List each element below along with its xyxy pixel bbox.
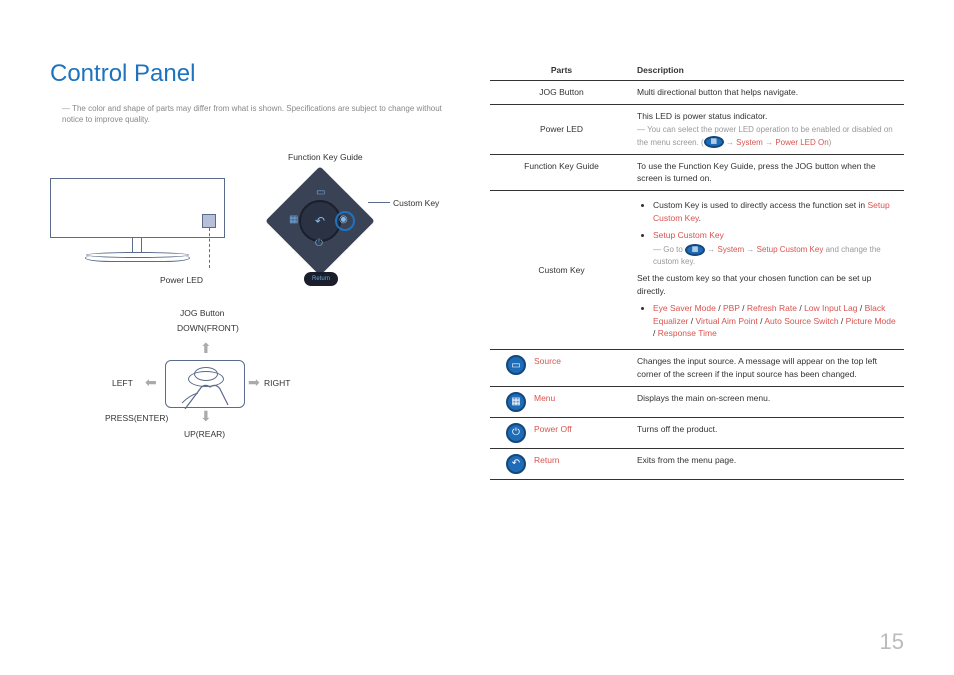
cell-fkg-name: Function Key Guide <box>490 154 633 191</box>
parts-table: Parts Description JOG Button Multi direc… <box>490 60 904 480</box>
return-pill: Return <box>304 272 338 286</box>
dash-icon: ― <box>62 104 72 113</box>
arrow-right-icon: ➡ <box>248 374 260 391</box>
label-jog: JOG Button <box>180 308 224 318</box>
return-icon: ↶ <box>506 454 526 474</box>
arrow-down-icon: ⬇ <box>200 408 212 425</box>
label-press-enter: PRESS(ENTER) <box>105 413 168 423</box>
arrow-left-icon: ⬅ <box>145 374 157 391</box>
jog-box <box>165 360 245 408</box>
source-icon: ▭ <box>506 355 526 375</box>
cell-source-name: ▭Source <box>490 350 633 387</box>
monitor-outline <box>50 178 225 238</box>
cell-menu-desc: Displays the main on-screen menu. <box>633 386 904 417</box>
cell-custom-desc: Custom Key is used to directly access th… <box>633 191 904 350</box>
monitor-stand-base <box>85 254 190 262</box>
table-header-row: Parts Description <box>490 60 904 81</box>
cell-jog-desc: Multi directional button that helps navi… <box>633 81 904 105</box>
row-return: ↶Return Exits from the menu page. <box>490 448 904 479</box>
function-key-guide-graphic: ↶ ▭ ▦ ⏻ ◉ Return <box>275 180 365 270</box>
page-number: 15 <box>880 629 904 655</box>
cell-menu-name: ▦Menu <box>490 386 633 417</box>
custom-mid: Set the custom key so that your chosen f… <box>637 272 900 298</box>
cell-return-desc: Exits from the menu page. <box>633 448 904 479</box>
row-custom: Custom Key Custom Key is used to directl… <box>490 191 904 350</box>
cell-power-off-desc: Turns off the product. <box>633 417 904 448</box>
power-led-box <box>202 214 216 228</box>
custom-b2: Setup Custom Key ― Go to ▦ → System → Se… <box>653 229 900 269</box>
th-parts: Parts <box>490 60 633 81</box>
power-led-leader <box>209 228 210 268</box>
power-glyph-icon: ⏻ <box>315 238 323 249</box>
custom-key-leader <box>368 202 390 203</box>
disclaimer-body: The color and shape of parts may differ … <box>62 104 442 124</box>
row-source: ▭Source Changes the input source. A mess… <box>490 350 904 387</box>
cell-return-name: ↶Return <box>490 448 633 479</box>
menu-icon: ▦ <box>704 136 724 148</box>
custom-opts: Eye Saver Mode / PBP / Refresh Rate / Lo… <box>653 302 900 340</box>
row-fkg: Function Key Guide To use the Function K… <box>490 154 904 191</box>
label-up-rear: UP(REAR) <box>184 429 225 439</box>
power-icon: ⏻ <box>506 423 526 443</box>
row-jog: JOG Button Multi directional button that… <box>490 81 904 105</box>
diagram: Function Key Guide Power LED ↶ ▭ ▦ ⏻ ◉ R… <box>50 140 430 500</box>
cell-pled-desc: This LED is power status indicator. ― Yo… <box>633 104 904 154</box>
cell-source-desc: Changes the input source. A message will… <box>633 350 904 387</box>
label-right: RIGHT <box>264 378 290 388</box>
label-custom-key: Custom Key <box>393 198 439 208</box>
custom-b1: Custom Key is used to directly access th… <box>653 199 900 225</box>
menu-glyph-icon: ▦ <box>289 214 298 225</box>
th-desc: Description <box>633 60 904 81</box>
menu-row-icon: ▦ <box>506 392 526 412</box>
menu-icon: ▦ <box>685 244 705 256</box>
custom-note: ― Go to ▦ → System → Setup Custom Key an… <box>653 244 900 268</box>
disclaimer-text: ― The color and shape of parts may diffe… <box>50 103 450 125</box>
hand-icon <box>180 381 230 409</box>
cell-pled-name: Power LED <box>490 104 633 154</box>
custom-glyph-icon: ◉ <box>339 214 348 225</box>
label-power-led: Power LED <box>160 275 203 285</box>
row-menu: ▦Menu Displays the main on-screen menu. <box>490 386 904 417</box>
pled-line1: This LED is power status indicator. <box>637 111 767 121</box>
label-left: LEFT <box>112 378 133 388</box>
page-title: Control Panel <box>50 60 450 88</box>
cell-jog-name: JOG Button <box>490 81 633 105</box>
label-fkg: Function Key Guide <box>288 152 363 162</box>
source-glyph-icon: ▭ <box>316 187 325 198</box>
cell-custom-name: Custom Key <box>490 191 633 350</box>
cell-power-off-name: ⏻Power Off <box>490 417 633 448</box>
label-down-front: DOWN(FRONT) <box>177 323 239 333</box>
row-power-led: Power LED This LED is power status indic… <box>490 104 904 154</box>
pled-note: ― You can select the power LED operation… <box>637 125 893 147</box>
row-power-off: ⏻Power Off Turns off the product. <box>490 417 904 448</box>
cell-fkg-desc: To use the Function Key Guide, press the… <box>633 154 904 191</box>
arrow-up-icon: ⬆ <box>200 340 212 357</box>
